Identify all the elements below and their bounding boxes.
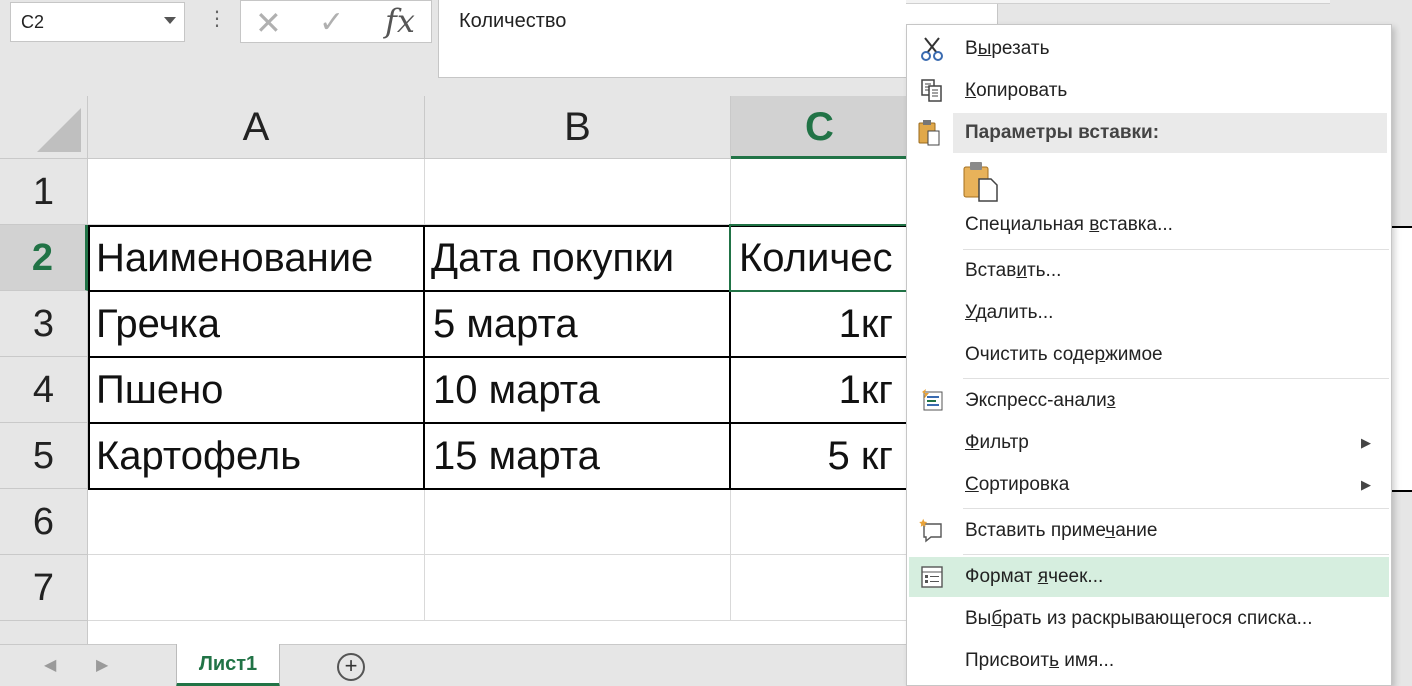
table-edge <box>1390 226 1412 492</box>
menu-separator <box>963 554 1389 555</box>
cell-a7[interactable] <box>88 555 425 621</box>
menu-item-paste-special[interactable]: Специальная вставка... <box>909 205 1389 245</box>
row-header-2[interactable]: 2 <box>0 225 88 291</box>
row-header-1[interactable]: 1 <box>0 159 88 225</box>
cell-a6[interactable] <box>88 489 425 555</box>
cell-a3[interactable]: Гречка <box>88 291 425 357</box>
cell-a4[interactable]: Пшено <box>88 357 425 423</box>
copy-icon <box>917 77 947 105</box>
cell-c3[interactable]: 1кг <box>731 291 910 357</box>
cell-a5[interactable]: Картофель <box>88 423 425 489</box>
cell-b2[interactable]: Дата покупки <box>425 225 731 291</box>
cell-c1[interactable] <box>731 159 910 225</box>
formula-bar-grip-icon[interactable]: ⋮ <box>207 8 227 30</box>
menu-item-sort[interactable]: Сортировка ▶ <box>909 465 1389 505</box>
paste-options-header: Параметры вставки: <box>953 113 1387 153</box>
paste-option-button[interactable] <box>961 159 1001 203</box>
context-menu: Вырезать Копировать Параметры вставки: С… <box>906 24 1392 686</box>
sheet-tab-bar: ◀ ▶ Лист1 + <box>0 644 910 686</box>
row-header-8[interactable] <box>0 621 88 644</box>
menu-item-copy[interactable]: Копировать <box>909 71 1389 111</box>
row-header-6[interactable]: 6 <box>0 489 88 555</box>
submenu-arrow-icon: ▶ <box>1361 435 1371 450</box>
prev-sheet-icon[interactable]: ◀ <box>44 655 56 675</box>
name-box[interactable]: C2 <box>10 2 185 42</box>
row-header-3[interactable]: 3 <box>0 291 88 357</box>
cell-b7[interactable] <box>425 555 731 621</box>
menu-separator <box>963 508 1389 509</box>
menu-item-cut[interactable]: Вырезать <box>909 29 1389 69</box>
column-header-a[interactable]: A <box>88 96 425 159</box>
checkmark-icon[interactable]: ✓ <box>319 5 344 41</box>
insert-function-icon[interactable]: fx <box>385 1 415 41</box>
paste-icon <box>917 119 947 147</box>
spreadsheet-grid: A B C 1 2 3 4 5 6 7 Наименование Дата по… <box>0 96 910 644</box>
menu-item-filter[interactable]: Фильтр ▶ <box>909 423 1389 463</box>
menu-top-edge <box>906 0 1330 4</box>
name-box-dropdown-icon[interactable] <box>164 17 176 24</box>
cell-c6[interactable] <box>731 489 910 555</box>
menu-item-insert-comment[interactable]: Вставить примечание <box>909 511 1389 551</box>
cell-b4[interactable]: 10 марта <box>425 357 731 423</box>
scissors-icon <box>917 35 947 63</box>
formula-text: Количество <box>459 10 567 32</box>
quick-analysis-icon <box>917 387 947 415</box>
menu-item-format-cells[interactable]: Формат ячеек... <box>909 557 1389 597</box>
cancel-icon[interactable]: ✕ <box>255 5 282 41</box>
cell-c7[interactable] <box>731 555 910 621</box>
formula-tools: ✕ ✓ fx <box>240 0 432 43</box>
menu-item-define-name[interactable]: Присвоить имя... <box>909 641 1389 681</box>
sheet-tab-list1[interactable]: Лист1 <box>176 644 280 686</box>
column-header-c[interactable]: C <box>731 96 910 159</box>
row-header-5[interactable]: 5 <box>0 423 88 489</box>
cell-a2[interactable]: Наименование <box>88 225 425 291</box>
menu-item-delete[interactable]: Удалить... <box>909 293 1389 333</box>
cell-c4[interactable]: 1кг <box>731 357 910 423</box>
next-sheet-icon[interactable]: ▶ <box>96 655 108 675</box>
row-header-7[interactable]: 7 <box>0 555 88 621</box>
menu-item-quick-analysis[interactable]: Экспресс-анализ <box>909 381 1389 421</box>
row-header-4[interactable]: 4 <box>0 357 88 423</box>
cell-a1[interactable] <box>88 159 425 225</box>
cell-b6[interactable] <box>425 489 731 555</box>
menu-item-pick-from-list[interactable]: Выбрать из раскрывающегося списка... <box>909 599 1389 639</box>
format-cells-icon <box>917 563 947 591</box>
cell-c2[interactable]: Количес <box>731 225 910 291</box>
cell-b3[interactable]: 5 марта <box>425 291 731 357</box>
name-box-value: C2 <box>21 12 45 32</box>
select-all-button[interactable] <box>0 96 88 159</box>
cell-b5[interactable]: 15 марта <box>425 423 731 489</box>
menu-item-insert[interactable]: Вставить... <box>909 251 1389 291</box>
column-header-b[interactable]: B <box>425 96 731 159</box>
cell-b1[interactable] <box>425 159 731 225</box>
new-comment-icon <box>917 517 947 545</box>
menu-separator <box>963 249 1389 250</box>
menu-item-clear-contents[interactable]: Очистить содержимое <box>909 335 1389 375</box>
submenu-arrow-icon: ▶ <box>1361 477 1371 492</box>
menu-separator <box>963 378 1389 379</box>
add-sheet-icon[interactable]: + <box>337 653 365 681</box>
cell-c5[interactable]: 5 кг <box>731 423 910 489</box>
